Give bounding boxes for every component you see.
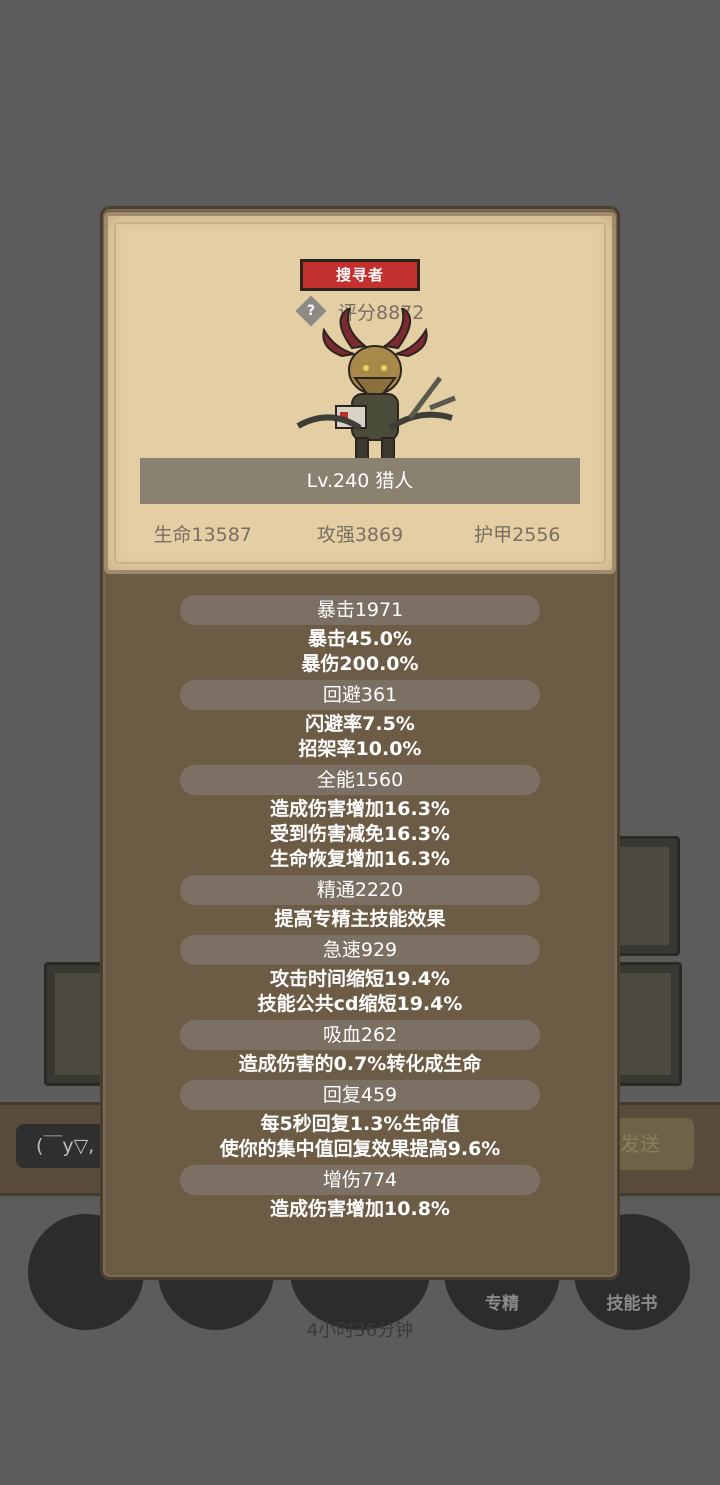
attr-line: 造成伤害增加16.3%: [270, 798, 450, 820]
attr-damage-boost: 增伤774 造成伤害增加10.8%: [100, 1165, 620, 1222]
countdown-timer: 4小时36分钟: [306, 1320, 414, 1341]
attr-line: 每5秒回复1.3%生命值: [260, 1113, 460, 1135]
attr-line: 技能公共cd缩短19.4%: [257, 993, 463, 1015]
attr-line: 造成伤害的0.7%转化成生命: [238, 1053, 482, 1075]
attr-regen: 回复459 每5秒回复1.3%生命值 使你的集中值回复效果提高9.6%: [100, 1080, 620, 1162]
attr-header: 全能1560: [180, 765, 540, 795]
attr-line: 使你的集中值回复效果提高9.6%: [219, 1138, 501, 1160]
base-stats-row: 生命13587 攻强3869 护甲2556: [124, 520, 596, 550]
attr-header: 急速929: [180, 935, 540, 965]
attr-line: 暴击45.0%: [308, 628, 412, 650]
attr-haste: 急速929 攻击时间缩短19.4% 技能公共cd缩短19.4%: [100, 935, 620, 1017]
tab-skill-book-label: 技能书: [606, 1294, 658, 1314]
attr-lifesteal: 吸血262 造成伤害的0.7%转化成生命: [100, 1020, 620, 1077]
attr-line: 招架率10.0%: [298, 738, 422, 760]
attr-versatility: 全能1560 造成伤害增加16.3% 受到伤害减免16.3% 生命恢复增加16.…: [100, 765, 620, 872]
attr-line: 攻击时间缩短19.4%: [270, 968, 450, 990]
stat-armor: 护甲2556: [474, 524, 561, 546]
attr-critical: 暴击1971 暴击45.0% 暴伤200.0%: [100, 595, 620, 677]
attr-mastery: 精通2220 提高专精主技能效果: [100, 875, 620, 932]
attr-header: 增伤774: [180, 1165, 540, 1195]
attr-header: 吸血262: [180, 1020, 540, 1050]
attr-header: 回避361: [180, 680, 540, 710]
attr-line: 造成伤害增加10.8%: [270, 1198, 450, 1220]
tab-specialization-label: 专精: [485, 1294, 519, 1314]
hunter-character-sprite: [296, 308, 456, 461]
stat-attack-power: 攻强3869: [316, 524, 404, 546]
attr-line: 闪避率7.5%: [305, 713, 415, 735]
attribute-list: 暴击1971 暴击45.0% 暴伤200.0% 回避361 闪避率7.5% 招架…: [100, 592, 620, 1222]
attr-header: 精通2220: [180, 875, 540, 905]
class-badge: 搜寻者: [300, 259, 420, 291]
attr-header: 暴击1971: [180, 595, 540, 625]
attr-line: 提高专精主技能效果: [274, 908, 446, 930]
attr-line: 生命恢复增加16.3%: [270, 848, 450, 870]
level-bar: Lv.240 猎人: [140, 458, 580, 504]
attr-header: 回复459: [180, 1080, 540, 1110]
attr-avoidance: 回避361 闪避率7.5% 招架率10.0%: [100, 680, 620, 762]
attr-line: 受到伤害减免16.3%: [270, 823, 450, 845]
attr-line: 暴伤200.0%: [301, 653, 419, 675]
stat-health: 生命13587: [153, 524, 252, 546]
